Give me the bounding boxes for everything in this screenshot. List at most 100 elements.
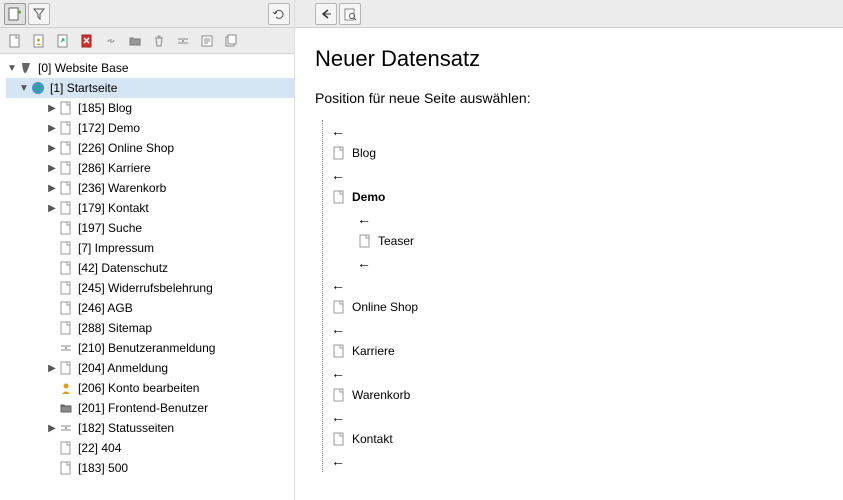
back-button[interactable] — [315, 3, 337, 25]
tree-label: [236] Warenkorb — [77, 181, 166, 195]
tree-node[interactable]: ▶[182] Statusseiten — [6, 418, 294, 438]
tree-node[interactable]: [42] Datenschutz — [6, 258, 294, 278]
position-label: Warenkorb — [352, 388, 410, 402]
page-heading: Neuer Datensatz — [315, 46, 823, 72]
position-insert[interactable]: ← — [331, 362, 823, 384]
position-insert[interactable]: ← — [331, 450, 823, 472]
tree-label: [288] Sitemap — [77, 321, 152, 335]
page-icon-button[interactable] — [4, 30, 26, 52]
page-icon — [58, 320, 74, 336]
page-icon — [58, 120, 74, 136]
delete-page-button[interactable] — [76, 30, 98, 52]
position-insert[interactable]: ← — [331, 318, 823, 340]
tree-node[interactable]: ▶ [286] Karriere — [6, 158, 294, 178]
tree-node[interactable]: [201] Frontend-Benutzer — [6, 398, 294, 418]
tree-node[interactable]: [206] Konto bearbeiten — [6, 378, 294, 398]
position-label: Blog — [352, 146, 376, 160]
tree-label: [185] Blog — [77, 101, 132, 115]
tree-node[interactable]: [210] Benutzeranmeldung — [6, 338, 294, 358]
expand-toggle[interactable]: ▼ — [6, 63, 18, 74]
tree-label: [0] Website Base — [37, 61, 129, 75]
tree-node[interactable]: [245] Widerrufsbelehrung — [6, 278, 294, 298]
expand-toggle[interactable]: ▶ — [46, 123, 58, 134]
tree-node[interactable]: ▶ [204] Anmeldung — [6, 358, 294, 378]
content-toolbar — [295, 0, 843, 28]
expand-toggle[interactable]: ▶ — [46, 363, 58, 374]
tree-label: [197] Suche — [77, 221, 142, 235]
position-page[interactable]: Warenkorb — [331, 384, 823, 406]
main-content: Neuer Datensatz Position für neue Seite … — [295, 28, 843, 500]
expand-toggle[interactable]: ▶ — [46, 423, 58, 434]
page-icon — [331, 387, 347, 403]
position-insert[interactable]: ← — [331, 208, 823, 230]
tree-root[interactable]: ▼ [0] Website Base — [6, 58, 294, 78]
expand-toggle[interactable]: ▶ — [46, 103, 58, 114]
position-page[interactable]: Teaser — [331, 230, 823, 252]
insert-arrow-icon: ← — [331, 365, 345, 381]
filter-button[interactable] — [28, 3, 50, 25]
tree-node[interactable]: [246] AGB — [6, 298, 294, 318]
page-icon — [58, 360, 74, 376]
globe-icon — [30, 80, 46, 96]
tree-label: [179] Kontakt — [77, 201, 149, 215]
position-insert[interactable]: ← — [331, 406, 823, 428]
page-icon — [58, 240, 74, 256]
expand-toggle[interactable]: ▶ — [46, 183, 58, 194]
multi-page-button[interactable] — [220, 30, 242, 52]
tree-label: [42] Datenschutz — [77, 261, 168, 275]
tree-node[interactable]: ▶ [236] Warenkorb — [6, 178, 294, 198]
form-button[interactable] — [196, 30, 218, 52]
link-button[interactable] — [100, 30, 122, 52]
tree-start[interactable]: ▼ [1] Startseite — [6, 78, 294, 98]
position-insert[interactable]: ← — [331, 120, 823, 142]
tree-node[interactable]: [197] Suche — [6, 218, 294, 238]
tree-label: [286] Karriere — [77, 161, 151, 175]
position-page[interactable]: Demo — [331, 186, 823, 208]
position-page[interactable]: Karriere — [331, 340, 823, 362]
expand-toggle[interactable]: ▶ — [46, 203, 58, 214]
tree-node[interactable]: [22] 404 — [6, 438, 294, 458]
tree-node[interactable]: ▶ [185] Blog — [6, 98, 294, 118]
position-insert[interactable]: ← — [331, 252, 823, 274]
page-icon — [331, 189, 347, 205]
page-icon — [58, 140, 74, 156]
expand-toggle[interactable]: ▼ — [18, 83, 30, 94]
folder-button[interactable] — [124, 30, 146, 52]
tree-node[interactable]: ▶ [179] Kontakt — [6, 198, 294, 218]
position-insert[interactable]: ← — [331, 274, 823, 296]
shortcut-button[interactable] — [52, 30, 74, 52]
position-insert[interactable]: ← — [331, 164, 823, 186]
page-icon — [58, 220, 74, 236]
expand-toggle[interactable]: ▶ — [46, 143, 58, 154]
divider-button[interactable] — [172, 30, 194, 52]
position-page[interactable]: Blog — [331, 142, 823, 164]
folder-icon — [58, 400, 74, 416]
tree-node[interactable]: ▶[172] Demo — [6, 118, 294, 138]
new-page-button[interactable] — [4, 3, 26, 25]
tree-node[interactable]: [7] Impressum — [6, 238, 294, 258]
page-icon — [331, 299, 347, 315]
trash-button[interactable] — [148, 30, 170, 52]
page-icon — [58, 260, 74, 276]
tree-label: [22] 404 — [77, 441, 121, 455]
user-page-button[interactable] — [28, 30, 50, 52]
position-page[interactable]: Kontakt — [331, 428, 823, 450]
page-icon — [331, 145, 347, 161]
tree-label: [204] Anmeldung — [77, 361, 168, 375]
page-icon — [58, 200, 74, 216]
position-label: Karriere — [352, 344, 395, 358]
refresh-button[interactable] — [268, 3, 290, 25]
tree-node[interactable]: [183] 500 — [6, 458, 294, 478]
view-button[interactable] — [339, 3, 361, 25]
expand-toggle[interactable]: ▶ — [46, 163, 58, 174]
position-page[interactable]: Online Shop — [331, 296, 823, 318]
tree-toolbar-top — [0, 0, 294, 28]
position-label: Teaser — [378, 234, 414, 248]
tree-node[interactable]: ▶[226] Online Shop — [6, 138, 294, 158]
page-icon — [357, 233, 373, 249]
page-icon — [58, 100, 74, 116]
page-icon — [58, 280, 74, 296]
tree-node[interactable]: [288] Sitemap — [6, 318, 294, 338]
tree-label: [245] Widerrufsbelehrung — [77, 281, 213, 295]
tree-label: [246] AGB — [77, 301, 133, 315]
